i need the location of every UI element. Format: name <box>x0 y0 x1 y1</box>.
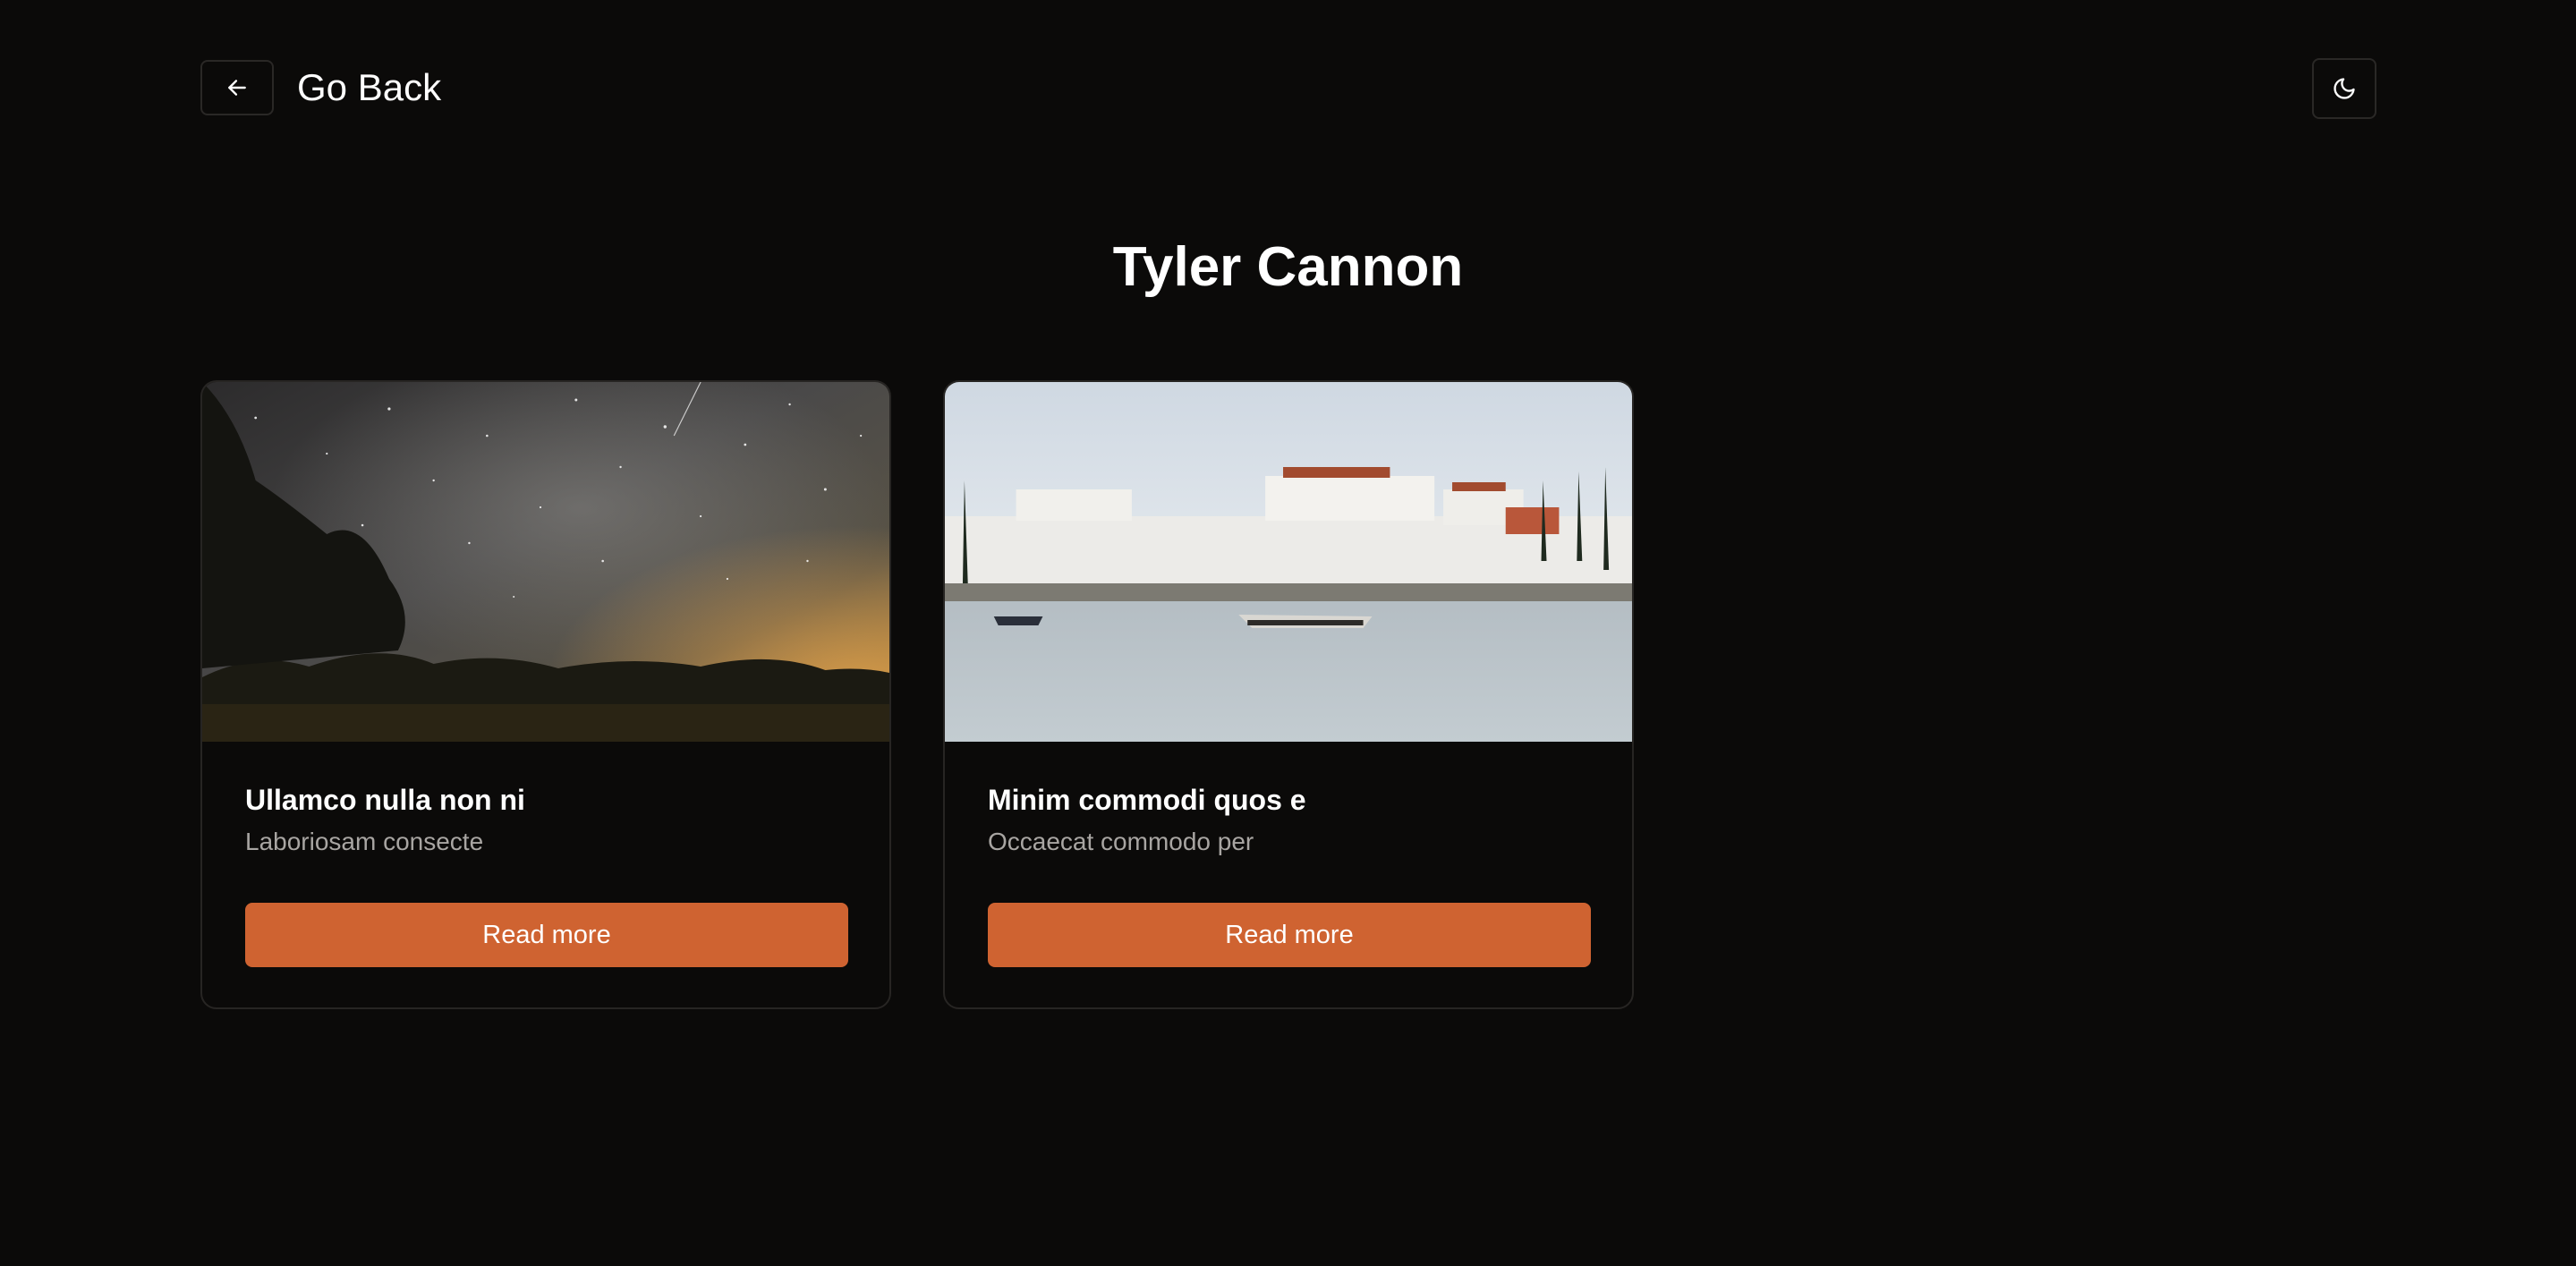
page: Go Back Tyler Cannon Ullamco nulla non n… <box>0 0 2576 1266</box>
card-image-night-sky <box>202 382 889 742</box>
page-title: Tyler Cannon <box>1112 236 1464 298</box>
card-title[interactable]: Ullamco nulla non ni <box>245 782 525 818</box>
card-description: Laboriosam consecte <box>245 828 484 855</box>
card-image-coastal-castle <box>945 382 1632 742</box>
back-button[interactable] <box>200 60 274 115</box>
card-title[interactable]: Minim commodi quos e <box>988 782 1306 818</box>
theme-toggle-button[interactable] <box>2312 58 2376 119</box>
post-card: Ullamco nulla non ni Laboriosam consecte… <box>200 380 891 1009</box>
card-description: Occaecat commodo per <box>988 828 1254 855</box>
arrow-left-icon <box>228 80 246 96</box>
post-card: Minim commodi quos e Occaecat commodo pe… <box>943 380 1634 1009</box>
moon-icon <box>2334 78 2355 99</box>
read-more-button[interactable]: Read more <box>988 903 1591 967</box>
go-back-label[interactable]: Go Back <box>297 64 441 111</box>
read-more-button[interactable]: Read more <box>245 903 848 967</box>
